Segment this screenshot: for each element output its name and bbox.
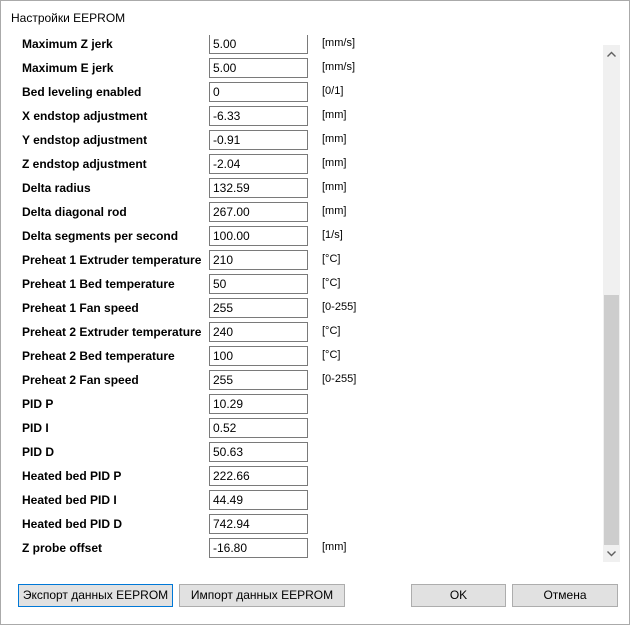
- setting-row: Preheat 1 Bed temperature [°C]: [2, 273, 600, 295]
- setting-value-input[interactable]: [209, 490, 308, 510]
- setting-value-input[interactable]: [209, 178, 308, 198]
- ok-button[interactable]: OK: [411, 584, 506, 607]
- setting-row: Y endstop adjustment [mm]: [2, 129, 600, 151]
- setting-label: Preheat 1 Fan speed: [22, 301, 139, 315]
- setting-unit: [°C]: [322, 253, 341, 265]
- setting-unit: [mm]: [322, 205, 347, 217]
- setting-value-input[interactable]: [209, 322, 308, 342]
- setting-value-input[interactable]: [209, 274, 308, 294]
- setting-unit: [mm]: [322, 109, 347, 121]
- setting-unit: [1/s]: [322, 229, 343, 241]
- setting-label: Z endstop adjustment: [22, 157, 147, 171]
- setting-unit: [0/1]: [322, 85, 344, 97]
- setting-unit: [0-255]: [322, 373, 357, 385]
- settings-panel: Maximum Z jerk [mm/s] Maximum E jerk [mm…: [2, 35, 628, 562]
- setting-row: Preheat 2 Bed temperature [°C]: [2, 345, 600, 367]
- setting-value-input[interactable]: [209, 250, 308, 270]
- setting-label: Maximum E jerk: [22, 61, 114, 75]
- setting-row: Preheat 1 Extruder temperature [°C]: [2, 249, 600, 271]
- setting-label: PID D: [22, 445, 55, 459]
- setting-unit: [°C]: [322, 349, 341, 361]
- window-title: Настройки EEPROM: [11, 11, 126, 25]
- setting-value-input[interactable]: [209, 442, 308, 462]
- setting-value-input[interactable]: [209, 538, 308, 558]
- setting-value-input[interactable]: [209, 298, 308, 318]
- import-eeprom-button[interactable]: Импорт данных EEPROM: [179, 584, 345, 607]
- setting-row: Heated bed PID P: [2, 465, 600, 487]
- setting-value-input[interactable]: [209, 370, 308, 390]
- setting-value-input[interactable]: [209, 514, 308, 534]
- setting-label: PID P: [22, 397, 54, 411]
- setting-label: Delta radius: [22, 181, 91, 195]
- setting-value-input[interactable]: [209, 154, 308, 174]
- setting-row: Z endstop adjustment [mm]: [2, 153, 600, 175]
- setting-row: Delta radius [mm]: [2, 177, 600, 199]
- setting-row: Preheat 2 Fan speed [0-255]: [2, 369, 600, 391]
- setting-unit: [0-255]: [322, 301, 357, 313]
- cancel-button[interactable]: Отмена: [512, 584, 618, 607]
- setting-value-input[interactable]: [209, 418, 308, 438]
- setting-label: X endstop adjustment: [22, 109, 148, 123]
- setting-value-input[interactable]: [209, 394, 308, 414]
- setting-unit: [°C]: [322, 325, 341, 337]
- setting-value-input[interactable]: [209, 466, 308, 486]
- eeprom-settings-dialog: Настройки EEPROM Maximum Z jerk [mm/s] M…: [0, 0, 630, 625]
- setting-label: Delta diagonal rod: [22, 205, 127, 219]
- setting-value-input[interactable]: [209, 202, 308, 222]
- setting-label: Heated bed PID I: [22, 493, 117, 507]
- setting-value-input[interactable]: [209, 58, 308, 78]
- setting-label: Preheat 1 Bed temperature: [22, 277, 175, 291]
- title-bar[interactable]: Настройки EEPROM: [1, 1, 629, 35]
- setting-row: Maximum Z jerk [mm/s]: [2, 35, 600, 55]
- setting-label: Heated bed PID P: [22, 469, 122, 483]
- export-eeprom-button[interactable]: Экспорт данных EEPROM: [18, 584, 173, 607]
- chevron-down-icon[interactable]: [603, 545, 620, 562]
- setting-value-input[interactable]: [209, 82, 308, 102]
- setting-row: PID P: [2, 393, 600, 415]
- vertical-scrollbar[interactable]: [603, 45, 620, 562]
- setting-label: Z probe offset: [22, 541, 102, 555]
- setting-unit: [mm]: [322, 157, 347, 169]
- setting-label: PID I: [22, 421, 49, 435]
- scrollbar-thumb[interactable]: [604, 295, 619, 545]
- setting-row: Maximum E jerk [mm/s]: [2, 57, 600, 79]
- setting-label: Maximum Z jerk: [22, 37, 113, 51]
- setting-value-input[interactable]: [209, 106, 308, 126]
- setting-unit: [mm]: [322, 133, 347, 145]
- setting-row: Bed leveling enabled [0/1]: [2, 81, 600, 103]
- setting-value-input[interactable]: [209, 346, 308, 366]
- setting-row: Z probe offset [mm]: [2, 537, 600, 559]
- setting-row: Heated bed PID I: [2, 489, 600, 511]
- setting-unit: [°C]: [322, 277, 341, 289]
- chevron-up-icon[interactable]: [603, 45, 620, 62]
- setting-row: Preheat 1 Fan speed [0-255]: [2, 297, 600, 319]
- setting-label: Y endstop adjustment: [22, 133, 148, 147]
- setting-value-input[interactable]: [209, 130, 308, 150]
- setting-value-input[interactable]: [209, 35, 308, 54]
- setting-label: Preheat 2 Fan speed: [22, 373, 139, 387]
- setting-label: Preheat 2 Extruder temperature: [22, 325, 202, 339]
- setting-label: Bed leveling enabled: [22, 85, 142, 99]
- dialog-footer: Экспорт данных EEPROM Импорт данных EEPR…: [2, 562, 628, 624]
- setting-row: Heated bed PID D: [2, 513, 600, 535]
- setting-unit: [mm/s]: [322, 37, 355, 49]
- setting-unit: [mm]: [322, 541, 347, 553]
- setting-label: Preheat 1 Extruder temperature: [22, 253, 202, 267]
- setting-row: Preheat 2 Extruder temperature [°C]: [2, 321, 600, 343]
- setting-row: Delta diagonal rod [mm]: [2, 201, 600, 223]
- setting-row: PID I: [2, 417, 600, 439]
- setting-label: Delta segments per second: [22, 229, 179, 243]
- setting-unit: [mm]: [322, 181, 347, 193]
- setting-unit: [mm/s]: [322, 61, 355, 73]
- setting-row: X endstop adjustment [mm]: [2, 105, 600, 127]
- setting-row: Delta segments per second [1/s]: [2, 225, 600, 247]
- setting-label: Preheat 2 Bed temperature: [22, 349, 175, 363]
- setting-value-input[interactable]: [209, 226, 308, 246]
- setting-row: PID D: [2, 441, 600, 463]
- setting-label: Heated bed PID D: [22, 517, 123, 531]
